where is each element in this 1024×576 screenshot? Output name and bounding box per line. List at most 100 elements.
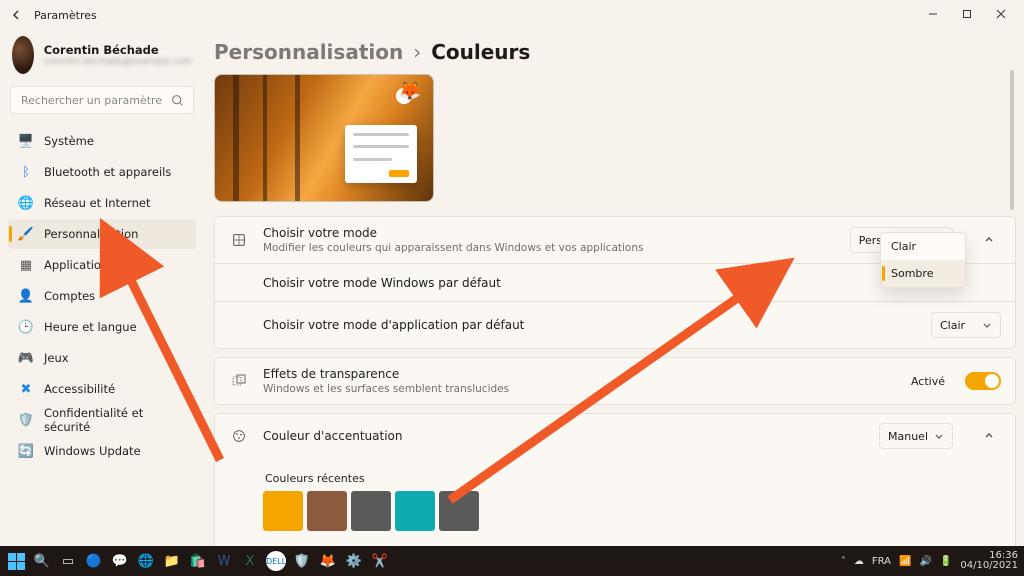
system-tray[interactable]: ˄ ☁ FRA 📶 🔊 🔋 16:36 04/10/2021 (841, 551, 1018, 572)
sidebar-item-windows-update[interactable]: 🔄Windows Update (8, 436, 196, 466)
setting-label: Choisir votre mode Windows par défaut (263, 276, 501, 290)
nav-icon: 🖥️ (18, 133, 34, 149)
search-input-wrapper[interactable] (10, 86, 194, 114)
search-input[interactable] (19, 93, 169, 108)
setting-label: Choisir votre mode d'application par déf… (263, 318, 524, 332)
taskbar-excel[interactable]: X (240, 551, 260, 571)
sidebar-item-heure-et-langue[interactable]: 🕒Heure et langue (8, 312, 196, 342)
taskbar-word[interactable]: W (214, 551, 234, 571)
accent-mode-value: Manuel (888, 430, 928, 443)
setting-description: Modifier les couleurs qui apparaissent d… (263, 242, 836, 254)
taskbar-settings[interactable]: ⚙️ (344, 551, 364, 571)
nav-list: 🖥️Système ᛒ Bluetooth et appareils 🌐Réseau … (6, 126, 198, 466)
setting-app-mode[interactable]: Choisir votre mode d'application par déf… (214, 301, 1016, 349)
account-header[interactable]: Corentin Béchade corentin.bechade@exampl… (6, 32, 198, 84)
dropdown-option-clair[interactable]: Clair (881, 233, 965, 260)
taskbar-snip[interactable]: ✂️ (370, 551, 390, 571)
taskbar: 🔍 ▭ 🔵 💬 🌐 📁 🛍️ W X DELL 🛡️ 🦊 ⚙️ ✂️ ˄ ☁ F… (0, 546, 1024, 576)
sidebar-item-comptes[interactable]: 👤 Comptes (8, 281, 196, 311)
sidebar-item-syst-me[interactable]: 🖥️Système (8, 126, 196, 156)
tray-wifi-icon[interactable]: 📶 (899, 556, 911, 567)
taskbar-firefox[interactable]: 🦊 (318, 551, 338, 571)
nav-icon: 🖌️ (18, 226, 34, 242)
back-button[interactable] (10, 8, 24, 22)
sidebar-item-label: Comptes (44, 289, 95, 303)
accent-mode-select[interactable]: Manuel (879, 423, 953, 449)
dropdown-option-sombre[interactable]: Sombre (881, 260, 965, 287)
sidebar-item-label: Applications (44, 258, 114, 272)
collapse-button[interactable] (977, 228, 1001, 252)
taskbar-chat[interactable]: 💬 (110, 551, 130, 571)
sidebar-item-r-seau-et-internet[interactable]: 🌐Réseau et Internet (8, 188, 196, 218)
sidebar-item-label: Personnalisation (44, 227, 138, 241)
taskbar-widgets[interactable]: 🔵 (84, 551, 104, 571)
nav-icon: ᛒ (18, 164, 34, 180)
taskbar-clock[interactable]: 16:36 04/10/2021 (960, 551, 1018, 572)
transparency-icon (229, 371, 249, 391)
setting-transparency[interactable]: Effets de transparence Windows et les su… (214, 357, 1016, 405)
search-icon (169, 92, 185, 108)
brush-icon (229, 230, 249, 250)
taskbar-security[interactable]: 🛡️ (292, 551, 312, 571)
sidebar-item-personnalisation[interactable]: 🖌️ Personnalisation (8, 219, 196, 249)
scrollbar[interactable] (1010, 70, 1014, 210)
tray-onedrive-icon[interactable]: ☁ (854, 556, 864, 567)
chevron-down-icon (934, 431, 944, 441)
taskbar-taskview[interactable]: ▭ (58, 551, 78, 571)
sidebar-item-accessibilit-[interactable]: ✖Accessibilité (8, 374, 196, 404)
sidebar-item-bluetooth-et-appareils[interactable]: ᛒ Bluetooth et appareils (8, 157, 196, 187)
page-title: Couleurs (431, 40, 530, 64)
color-swatch[interactable] (439, 491, 479, 531)
nav-icon: 👤 (18, 288, 34, 304)
sidebar: Corentin Béchade corentin.bechade@exampl… (6, 32, 198, 536)
chevron-down-icon (982, 320, 992, 330)
avatar (12, 36, 34, 74)
setting-label: Choisir votre mode (263, 226, 836, 240)
preview-window-card (345, 125, 417, 183)
tray-volume-icon[interactable]: 🔊 (919, 556, 931, 567)
app-mode-value: Clair (940, 319, 965, 332)
preview-stickynote (387, 81, 421, 111)
color-swatch[interactable] (395, 491, 435, 531)
clock-date: 04/10/2021 (960, 561, 1018, 572)
taskbar-dell[interactable]: DELL (266, 551, 286, 571)
nav-icon: 🕒 (18, 319, 34, 335)
taskbar-edge[interactable]: 🌐 (136, 551, 156, 571)
user-name: Corentin Béchade (44, 43, 192, 57)
breadcrumb: Personnalisation › Couleurs (214, 32, 1016, 74)
sidebar-item-label: Windows Update (44, 444, 141, 458)
chevron-right-icon: › (413, 40, 421, 64)
desktop-preview (214, 74, 434, 202)
taskbar-explorer[interactable]: 📁 (162, 551, 182, 571)
minimize-button[interactable] (916, 0, 950, 28)
transparency-toggle[interactable] (965, 372, 1001, 390)
nav-icon: 🛡️ (18, 412, 34, 428)
tray-chevron-icon[interactable]: ˄ (841, 556, 846, 567)
sidebar-item-label: Bluetooth et appareils (44, 165, 171, 179)
color-swatch[interactable] (307, 491, 347, 531)
breadcrumb-parent[interactable]: Personnalisation (214, 40, 403, 64)
maximize-button[interactable] (950, 0, 984, 28)
sidebar-item-jeux[interactable]: 🎮Jeux (8, 343, 196, 373)
taskbar-store[interactable]: 🛍️ (188, 551, 208, 571)
user-email: corentin.bechade@example.com (44, 57, 192, 67)
sidebar-item-label: Jeux (44, 351, 69, 365)
color-swatch[interactable] (351, 491, 391, 531)
sidebar-item-label: Accessibilité (44, 382, 115, 396)
setting-accent-color[interactable]: Couleur d'accentuation Manuel (214, 413, 1016, 458)
start-button[interactable] (6, 551, 26, 571)
sidebar-item-label: Réseau et Internet (44, 196, 151, 210)
sidebar-item-confidentialit-et-s-curit-[interactable]: 🛡️ Confidentialité et sécurité (8, 405, 196, 435)
nav-icon: ▦ (18, 257, 34, 273)
tray-battery-icon[interactable]: 🔋 (940, 556, 952, 567)
toggle-state-label: Activé (911, 375, 945, 388)
sidebar-item-label: Confidentialité et sécurité (44, 406, 186, 434)
close-button[interactable] (984, 0, 1018, 28)
recent-colors (263, 491, 1001, 531)
tray-language[interactable]: FRA (872, 556, 891, 567)
taskbar-search[interactable]: 🔍 (32, 551, 52, 571)
sidebar-item-applications[interactable]: ▦ Applications (8, 250, 196, 280)
color-swatch[interactable] (263, 491, 303, 531)
collapse-button[interactable] (977, 424, 1001, 448)
app-mode-select[interactable]: Clair (931, 312, 1001, 338)
